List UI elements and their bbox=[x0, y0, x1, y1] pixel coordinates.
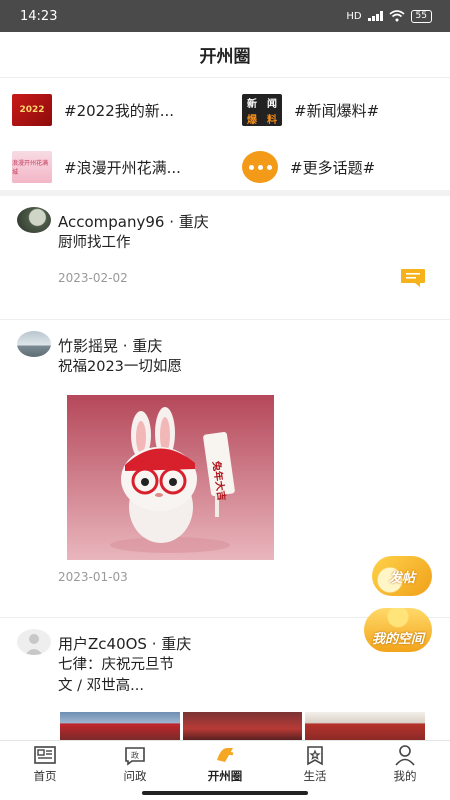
page-header: 开州圈 bbox=[0, 32, 450, 78]
post-image-rabbit[interactable]: 兔年大吉 bbox=[67, 395, 274, 560]
svg-text:政: 政 bbox=[131, 750, 139, 760]
tab-kaizhou-circle[interactable]: 开州圈 bbox=[180, 741, 270, 786]
post-text: 厨师找工作 bbox=[58, 235, 131, 251]
battery-icon: 55 bbox=[410, 9, 432, 23]
kaizhou-circle-icon bbox=[217, 747, 234, 762]
topic-thumb-flowers: 浪漫开州花满城 bbox=[12, 151, 52, 183]
avatar[interactable] bbox=[17, 207, 51, 233]
topic-label: #浪漫开州花满... bbox=[64, 158, 181, 177]
comment-icon[interactable] bbox=[400, 268, 426, 288]
home-icon bbox=[34, 745, 56, 764]
post-text-line-2: 文 / 邓世高... bbox=[58, 678, 144, 694]
wifi-icon bbox=[389, 10, 405, 22]
post-text: 祝福2023一切如愿 bbox=[58, 359, 182, 375]
status-time: 14:23 bbox=[20, 8, 58, 24]
topic-thumb-news: 新闻 爆料 bbox=[242, 94, 282, 126]
page-title: 开州圈 bbox=[199, 47, 251, 67]
tab-life[interactable]: 生活 bbox=[270, 741, 360, 786]
post-author[interactable]: 竹影摇晃 · 重庆 bbox=[58, 335, 162, 356]
tab-profile[interactable]: 我的 bbox=[360, 741, 450, 786]
topic-item-2022[interactable]: 2022 #2022我的新... bbox=[12, 94, 174, 126]
profile-icon bbox=[395, 744, 415, 766]
tab-inquiry[interactable]: 政 问政 bbox=[90, 741, 180, 786]
topic-label: #更多话题# bbox=[290, 158, 376, 177]
post-image-thumb[interactable] bbox=[60, 712, 180, 740]
signal-icon bbox=[367, 11, 383, 21]
home-indicator[interactable] bbox=[142, 791, 308, 795]
post-card[interactable]: Accompany96 · 重庆 厨师找工作 2023-02-02 bbox=[0, 196, 450, 320]
avatar[interactable] bbox=[17, 331, 51, 357]
my-space-button[interactable]: 我的空间 bbox=[364, 608, 432, 652]
post-image-thumb[interactable] bbox=[182, 712, 303, 740]
life-icon bbox=[307, 745, 323, 765]
topic-label: #新闻爆料# bbox=[294, 101, 380, 120]
post-date: 2023-01-03 bbox=[58, 570, 128, 584]
topic-item-flowers[interactable]: 浪漫开州花满城 #浪漫开州花满... bbox=[12, 151, 181, 183]
tab-home[interactable]: 首页 bbox=[0, 741, 90, 786]
topic-item-more[interactable]: #更多话题# bbox=[242, 151, 375, 183]
status-bar: 14:23 HD 55 bbox=[0, 0, 450, 32]
topic-item-news[interactable]: 新闻 爆料 #新闻爆料# bbox=[242, 94, 379, 126]
topic-label: #2022我的新... bbox=[64, 101, 175, 120]
post-image-thumb[interactable] bbox=[305, 712, 426, 740]
avatar-default-icon[interactable] bbox=[17, 629, 51, 655]
post-author[interactable]: Accompany96 · 重庆 bbox=[58, 211, 209, 232]
more-topics-icon bbox=[242, 151, 278, 183]
topic-thumb-2022: 2022 bbox=[12, 94, 52, 126]
status-icons: HD 55 bbox=[346, 9, 432, 23]
topic-grid: 2022 #2022我的新... 新闻 爆料 #新闻爆料# 浪漫开州花满城 #浪… bbox=[0, 78, 450, 196]
post-image-strip bbox=[60, 712, 426, 740]
bottom-tab-bar: 首页 政 问政 开州圈 生活 我的 bbox=[0, 740, 450, 786]
post-author[interactable]: 用户Zc40OS · 重庆 bbox=[58, 633, 191, 654]
post-text-line-1: 七律：庆祝元旦节 bbox=[58, 657, 174, 673]
inquiry-icon: 政 bbox=[125, 746, 145, 766]
network-type-label: HD bbox=[346, 10, 362, 22]
create-post-button[interactable]: 发帖 bbox=[372, 556, 432, 596]
post-date: 2023-02-02 bbox=[58, 271, 128, 285]
